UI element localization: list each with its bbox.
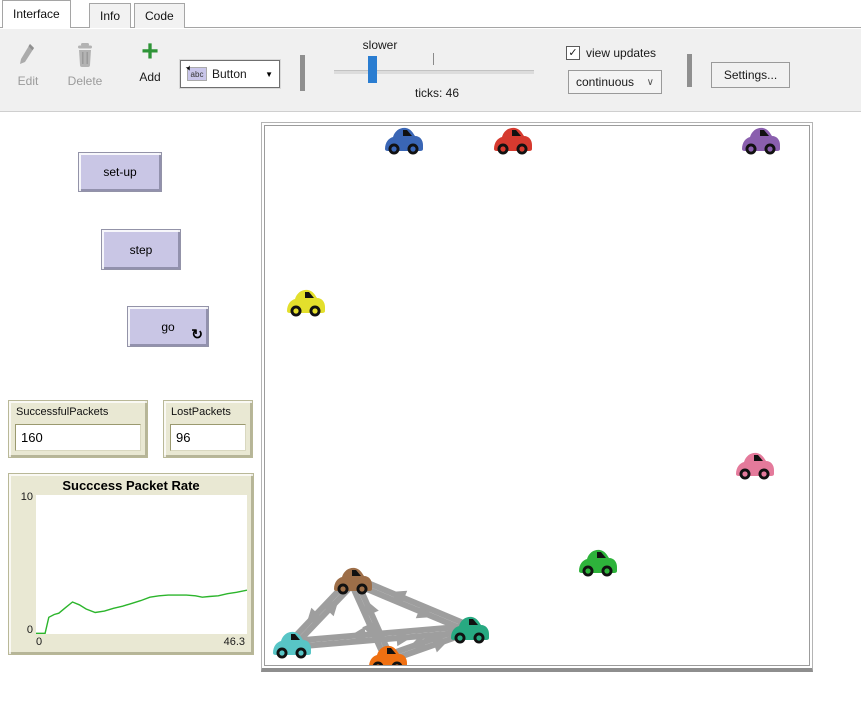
edit-label: Edit bbox=[8, 74, 48, 88]
toolbar-separator bbox=[687, 54, 692, 87]
view-updates-row: ✓ view updates bbox=[566, 46, 656, 60]
go-button-label: go bbox=[161, 320, 174, 334]
step-button-label: step bbox=[130, 243, 153, 257]
plot-x-min-label: 0 bbox=[36, 636, 42, 648]
tab-interface[interactable]: Interface bbox=[2, 0, 71, 28]
view-updates-checkbox[interactable]: ✓ bbox=[566, 46, 580, 60]
tab-code[interactable]: Code bbox=[134, 3, 185, 28]
view-updates-label: view updates bbox=[586, 46, 656, 60]
monitor-lost-packets: LostPackets 96 bbox=[163, 400, 253, 458]
update-mode-dropdown[interactable]: continuous ∨ bbox=[568, 70, 662, 94]
monitor-value: 96 bbox=[170, 424, 246, 451]
tab-info[interactable]: Info bbox=[89, 3, 131, 28]
plot-line bbox=[36, 590, 247, 633]
plot-y-min-label: 0 bbox=[11, 624, 33, 636]
plot-y-max-label: 10 bbox=[11, 491, 33, 503]
car-violet[interactable] bbox=[742, 128, 780, 155]
trash-icon bbox=[60, 41, 110, 71]
button-widget-icon: abc bbox=[187, 67, 207, 81]
speed-slider-zone: slower ticks: 46 bbox=[330, 29, 540, 112]
monitor-value: 160 bbox=[15, 424, 141, 451]
world-view[interactable] bbox=[261, 122, 813, 672]
plus-icon: + bbox=[128, 37, 172, 67]
car-yellow[interactable] bbox=[287, 290, 325, 317]
car-pink[interactable] bbox=[736, 453, 774, 480]
car-red[interactable] bbox=[494, 128, 532, 155]
add-button[interactable]: + Add bbox=[128, 37, 172, 84]
speed-slider-label: slower bbox=[350, 38, 410, 52]
setup-button[interactable]: set-up bbox=[78, 152, 162, 192]
monitor-label: SuccessfulPackets bbox=[9, 401, 147, 420]
delete-button[interactable]: Delete bbox=[60, 41, 110, 88]
speed-slider-midtick bbox=[433, 53, 434, 65]
netlogo-window: Interface Info Code Edit Delete + Add ab… bbox=[0, 0, 861, 726]
chevron-down-icon: ∨ bbox=[647, 77, 654, 88]
forever-icon: ↻ bbox=[191, 326, 203, 343]
plot-title: Succcess Packet Rate bbox=[9, 478, 253, 493]
settings-button[interactable]: Settings... bbox=[711, 62, 790, 88]
plot-x-max-label: 46.3 bbox=[224, 636, 245, 648]
monitor-label: LostPackets bbox=[164, 401, 252, 420]
edit-button[interactable]: Edit bbox=[8, 41, 48, 88]
car-blue[interactable] bbox=[385, 128, 423, 155]
toolbar-separator bbox=[300, 55, 305, 91]
toolbar: Edit Delete + Add abc Button ▼ slower ti… bbox=[0, 29, 861, 112]
dropdown-arrow-icon: ▼ bbox=[265, 70, 273, 79]
car-green[interactable] bbox=[579, 550, 617, 577]
go-button[interactable]: go ↻ bbox=[127, 306, 209, 347]
car-brown[interactable] bbox=[334, 568, 372, 595]
tab-bar: Interface Info Code bbox=[0, 0, 861, 28]
step-button[interactable]: step bbox=[101, 229, 181, 270]
update-mode-value: continuous bbox=[576, 75, 634, 89]
ticks-counter: ticks: 46 bbox=[387, 86, 487, 100]
plot-canvas bbox=[36, 495, 247, 634]
widget-type-value: Button bbox=[212, 67, 247, 81]
success-packet-rate-plot: Succcess Packet Rate 10 0 0 46.3 bbox=[8, 473, 254, 655]
speed-slider-track[interactable] bbox=[334, 70, 534, 74]
monitor-successful-packets: SuccessfulPackets 160 bbox=[8, 400, 148, 458]
widget-type-dropdown[interactable]: abc Button ▼ bbox=[180, 60, 280, 88]
speed-slider-handle[interactable] bbox=[368, 56, 377, 83]
delete-label: Delete bbox=[60, 74, 110, 88]
add-label: Add bbox=[128, 70, 172, 84]
pencil-icon bbox=[8, 41, 48, 71]
setup-button-label: set-up bbox=[103, 165, 136, 179]
world-view-canvas[interactable] bbox=[264, 125, 810, 666]
